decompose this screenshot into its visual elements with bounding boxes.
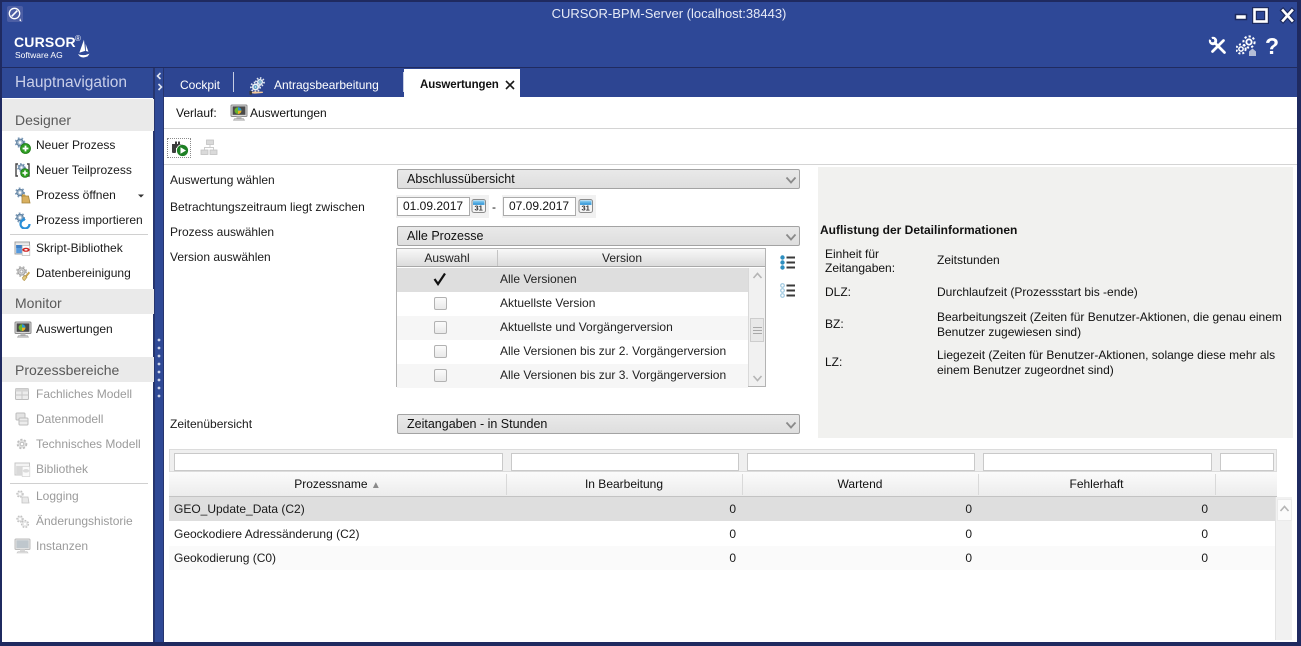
svg-text:31: 31 (582, 204, 590, 213)
svg-text:31: 31 (475, 204, 483, 213)
